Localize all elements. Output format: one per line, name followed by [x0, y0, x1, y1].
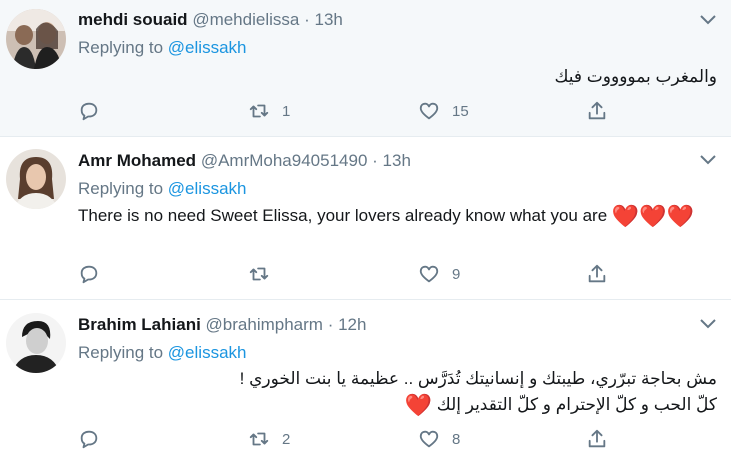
tweet-text: مش بحاجة تبرّري، طيبتك و إنسانيتك تُدَرَ… [78, 366, 717, 419]
like-count: 8 [452, 430, 461, 448]
reply-icon [80, 430, 98, 449]
heart-emoji: ❤️❤️❤️ [611, 203, 695, 229]
retweet-button[interactable]: 1 [248, 99, 290, 123]
retweet-icon [249, 104, 269, 118]
tweet-text-line: مش بحاجة تبرّري، طيبتك و إنسانيتك تُدَرَ… [239, 369, 717, 388]
share-icon [588, 101, 606, 120]
tweet-actions: 9 [78, 262, 618, 286]
share-icon [588, 429, 606, 448]
share-button[interactable] [586, 427, 608, 451]
mention-link[interactable]: @elissakh [168, 343, 247, 362]
user-handle[interactable]: @mehdielissa [192, 10, 299, 29]
user-handle[interactable]: @brahimpharm [206, 315, 323, 334]
tweet-item[interactable]: mehdi souaid @mehdielissa · 13h Replying… [0, 0, 731, 137]
replying-label: Replying to [78, 38, 164, 57]
retweet-icon [249, 432, 269, 446]
avatar[interactable] [6, 313, 66, 373]
avatar[interactable] [6, 149, 66, 209]
separator: · [304, 10, 310, 29]
tweet-actions: 2 8 [78, 427, 618, 451]
retweet-icon [249, 267, 269, 281]
replying-to: Replying to @elissakh [78, 179, 246, 199]
retweet-button[interactable]: 2 [248, 427, 290, 451]
chevron-down-icon[interactable] [699, 14, 717, 26]
like-button[interactable]: 15 [418, 99, 469, 123]
mention-link[interactable]: @elissakh [168, 179, 247, 198]
retweet-count: 1 [282, 102, 291, 120]
tweet-text: There is no need Sweet Elissa, your love… [78, 203, 708, 230]
timestamp[interactable]: 13h [314, 10, 342, 29]
reply-button[interactable] [78, 262, 112, 286]
reply-icon [80, 265, 98, 284]
tweet-text-content: والمغرب بمووووت فيك [554, 67, 717, 86]
user-handle[interactable]: @AmrMoha94051490 [201, 151, 368, 170]
reply-icon [80, 102, 98, 121]
like-button[interactable]: 9 [418, 262, 460, 286]
chevron-down-icon[interactable] [699, 154, 717, 166]
replying-label: Replying to [78, 179, 164, 198]
tweet-text-line-2: كلّ الحب و كلّ الإحترام و كلّ التقدير إل… [78, 392, 717, 419]
reply-button[interactable] [78, 427, 112, 451]
timestamp[interactable]: 13h [383, 151, 411, 170]
chevron-down-icon[interactable] [699, 318, 717, 330]
heart-emoji: ❤️ [404, 392, 433, 418]
tweet-text: والمغرب بمووووت فيك [78, 64, 717, 90]
separator: · [372, 151, 378, 170]
tweet-item[interactable]: Brahim Lahiani @brahimpharm · 12h Replyi… [0, 300, 731, 468]
share-button[interactable] [586, 99, 608, 123]
tweet-header: Brahim Lahiani @brahimpharm · 12h [78, 315, 366, 335]
separator: · [327, 315, 334, 334]
like-icon [419, 102, 439, 120]
display-name[interactable]: Amr Mohamed [78, 151, 196, 170]
mention-link[interactable]: @elissakh [168, 38, 247, 57]
replying-to: Replying to @elissakh [78, 38, 246, 58]
share-button[interactable] [586, 262, 608, 286]
avatar[interactable] [6, 9, 66, 69]
tweet-header: mehdi souaid @mehdielissa · 13h [78, 10, 343, 30]
share-icon [588, 264, 606, 283]
like-icon [419, 430, 439, 448]
tweet-header: Amr Mohamed @AmrMoha94051490 · 13h [78, 151, 411, 171]
reply-button[interactable] [78, 99, 112, 123]
timestamp[interactable]: 12h [338, 315, 366, 334]
tweet-item[interactable]: Amr Mohamed @AmrMoha94051490 · 13h Reply… [0, 137, 731, 300]
like-count: 9 [452, 265, 461, 283]
tweet-text-content: There is no need Sweet Elissa, your love… [78, 206, 612, 225]
retweet-count: 2 [282, 430, 291, 448]
tweet-text-content: كلّ الحب و كلّ الإحترام و كلّ التقدير إل… [432, 395, 717, 414]
like-button[interactable]: 8 [418, 427, 460, 451]
replying-label: Replying to [78, 343, 164, 362]
like-count: 15 [452, 102, 469, 120]
display-name[interactable]: mehdi souaid [78, 10, 188, 29]
like-icon [419, 265, 439, 283]
replying-to: Replying to @elissakh [78, 343, 246, 363]
retweet-button[interactable] [248, 262, 282, 286]
tweet-actions: 1 15 [78, 99, 618, 123]
display-name[interactable]: Brahim Lahiani [78, 315, 201, 334]
